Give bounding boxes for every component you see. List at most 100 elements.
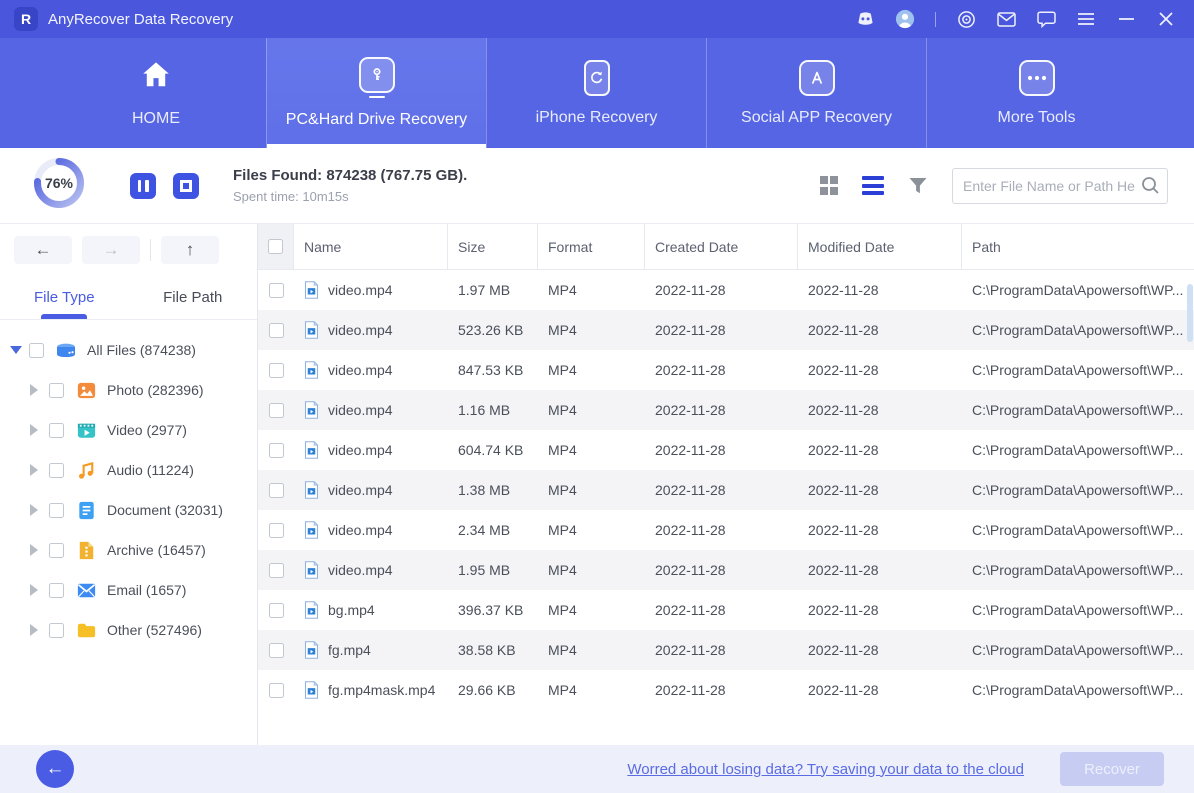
column-header-created-date[interactable]: Created Date (645, 224, 798, 269)
back-button[interactable]: ← (36, 750, 74, 788)
recover-button[interactable]: Recover (1060, 752, 1164, 786)
column-header-size[interactable]: Size (448, 224, 538, 269)
row-checkbox[interactable] (268, 282, 284, 298)
pause-button[interactable] (130, 172, 156, 199)
modified-date: 2022-11-28 (808, 602, 879, 618)
row-checkbox[interactable] (268, 402, 284, 418)
grid-view-icon[interactable] (819, 176, 838, 195)
table-row[interactable]: video.mp4 1.97 MB MP4 2022-11-28 2022-11-28 C… (258, 270, 1194, 310)
select-all-checkbox[interactable] (268, 239, 283, 254)
file-path: C:\ProgramData\Apowersoft\WP... (972, 602, 1184, 618)
nav-tab-social-app-recovery[interactable]: Social APP Recovery (706, 38, 926, 148)
row-checkbox[interactable] (268, 522, 284, 538)
nav-tab-more-tools[interactable]: More Tools (926, 38, 1146, 148)
tree-item-all-files[interactable]: All Files (874238) (0, 330, 257, 370)
checkbox[interactable] (49, 382, 64, 398)
chevron-right-icon[interactable] (30, 584, 42, 596)
file-size: 1.97 MB (458, 282, 511, 298)
tree-item-photo[interactable]: Photo (282396) (0, 370, 257, 410)
file-name: video.mp4 (328, 322, 393, 338)
cloud-backup-link[interactable]: Worred about losing data? Try saving you… (627, 761, 1024, 778)
table-row[interactable]: video.mp4 1.95 MB MP4 2022-11-28 2022-11-28 C… (258, 550, 1194, 590)
table-row[interactable]: bg.mp4 396.37 KB MP4 2022-11-28 2022-11-28 C:… (258, 590, 1194, 630)
chevron-right-icon[interactable] (30, 504, 42, 516)
tree-item-document[interactable]: Document (32031) (0, 490, 257, 530)
checkbox[interactable] (49, 422, 64, 438)
tree-item-label: Document (32031) (107, 502, 223, 518)
feedback-chat-icon[interactable] (1036, 9, 1056, 29)
column-header-name[interactable]: Name (294, 224, 448, 269)
scrollbar-thumb[interactable] (1187, 284, 1193, 342)
table-row[interactable]: video.mp4 2.34 MB MP4 2022-11-28 2022-11-28 C… (258, 510, 1194, 550)
email-icon (74, 578, 98, 602)
row-checkbox[interactable] (268, 482, 284, 498)
chevron-right-icon[interactable] (30, 464, 42, 476)
nav-tab-pc-hard-drive-recovery[interactable]: PC&Hard Drive Recovery (266, 38, 486, 148)
chevron-right-icon[interactable] (30, 424, 42, 436)
main-nav: HOME PC&Hard Drive Recovery iPhone Recover… (0, 38, 1194, 148)
row-checkbox[interactable] (268, 322, 284, 338)
history-forward-button[interactable]: → (82, 236, 140, 264)
table-row[interactable]: video.mp4 847.53 KB MP4 2022-11-28 2022-11-2… (258, 350, 1194, 390)
modified-date: 2022-11-28 (808, 362, 879, 378)
checkbox[interactable] (29, 342, 44, 358)
video-file-icon (304, 281, 319, 299)
file-size: 847.53 KB (458, 362, 524, 378)
nav-tab-home[interactable]: HOME (46, 38, 266, 148)
file-format: MP4 (548, 362, 577, 378)
checkbox[interactable] (49, 542, 64, 558)
table-row[interactable]: video.mp4 1.38 MB MP4 2022-11-28 2022-11-28 C… (258, 470, 1194, 510)
titlebar-divider (935, 11, 936, 27)
close-button[interactable] (1156, 9, 1176, 29)
table-row[interactable]: fg.mp4 38.58 KB MP4 2022-11-28 2022-11-28 C:\… (258, 630, 1194, 670)
photo-icon (74, 378, 98, 402)
file-name: bg.mp4 (328, 602, 375, 618)
row-checkbox[interactable] (268, 562, 284, 578)
row-checkbox[interactable] (268, 602, 284, 618)
file-format: MP4 (548, 482, 577, 498)
filter-icon[interactable] (908, 177, 928, 195)
nav-tab-iphone-recovery[interactable]: iPhone Recovery (486, 38, 706, 148)
tree-item-other[interactable]: Other (527496) (0, 610, 257, 650)
table-row[interactable]: video.mp4 523.26 KB MP4 2022-11-28 2022-11-2… (258, 310, 1194, 350)
table-row[interactable]: video.mp4 604.74 KB MP4 2022-11-28 2022-11-2… (258, 430, 1194, 470)
list-view-icon[interactable] (862, 176, 884, 195)
tree-item-archive[interactable]: Archive (16457) (0, 530, 257, 570)
checkbox[interactable] (49, 622, 64, 638)
tree-item-email[interactable]: Email (1657) (0, 570, 257, 610)
row-checkbox[interactable] (268, 362, 284, 378)
chevron-right-icon[interactable] (30, 544, 42, 556)
target-icon[interactable] (956, 9, 976, 29)
column-header-modified-date[interactable]: Modified Date (798, 224, 962, 269)
search-input[interactable] (952, 167, 1168, 204)
file-name: fg.mp4 (328, 642, 371, 658)
scrollbar[interactable] (1187, 272, 1193, 745)
row-checkbox[interactable] (268, 642, 284, 658)
discord-icon[interactable] (855, 9, 875, 29)
column-header-path[interactable]: Path (962, 224, 1194, 269)
tab-file-path[interactable]: File Path (129, 276, 258, 319)
tree-item-audio[interactable]: Audio (11224) (0, 450, 257, 490)
tree-item-video[interactable]: Video (2977) (0, 410, 257, 450)
checkbox[interactable] (49, 582, 64, 598)
stop-button[interactable] (173, 172, 199, 199)
tree-item-label: Archive (16457) (107, 542, 206, 558)
table-row[interactable]: video.mp4 1.16 MB MP4 2022-11-28 2022-11-28 C… (258, 390, 1194, 430)
column-header-format[interactable]: Format (538, 224, 645, 269)
chevron-right-icon[interactable] (30, 384, 42, 396)
checkbox[interactable] (49, 462, 64, 478)
search-icon[interactable] (1141, 176, 1160, 200)
table-row[interactable]: fg.mp4mask.mp4 29.66 KB MP4 2022-11-28 2022-… (258, 670, 1194, 710)
tab-file-type[interactable]: File Type (0, 276, 129, 319)
mail-icon[interactable] (996, 9, 1016, 29)
minimize-button[interactable] (1116, 9, 1136, 29)
user-avatar[interactable] (895, 9, 915, 29)
chevron-down-icon[interactable] (10, 346, 22, 354)
history-back-button[interactable]: ← (14, 236, 72, 264)
checkbox[interactable] (49, 502, 64, 518)
row-checkbox[interactable] (268, 442, 284, 458)
menu-icon[interactable] (1076, 9, 1096, 29)
up-directory-button[interactable]: ↑ (161, 236, 219, 264)
row-checkbox[interactable] (268, 682, 284, 698)
chevron-right-icon[interactable] (30, 624, 42, 636)
